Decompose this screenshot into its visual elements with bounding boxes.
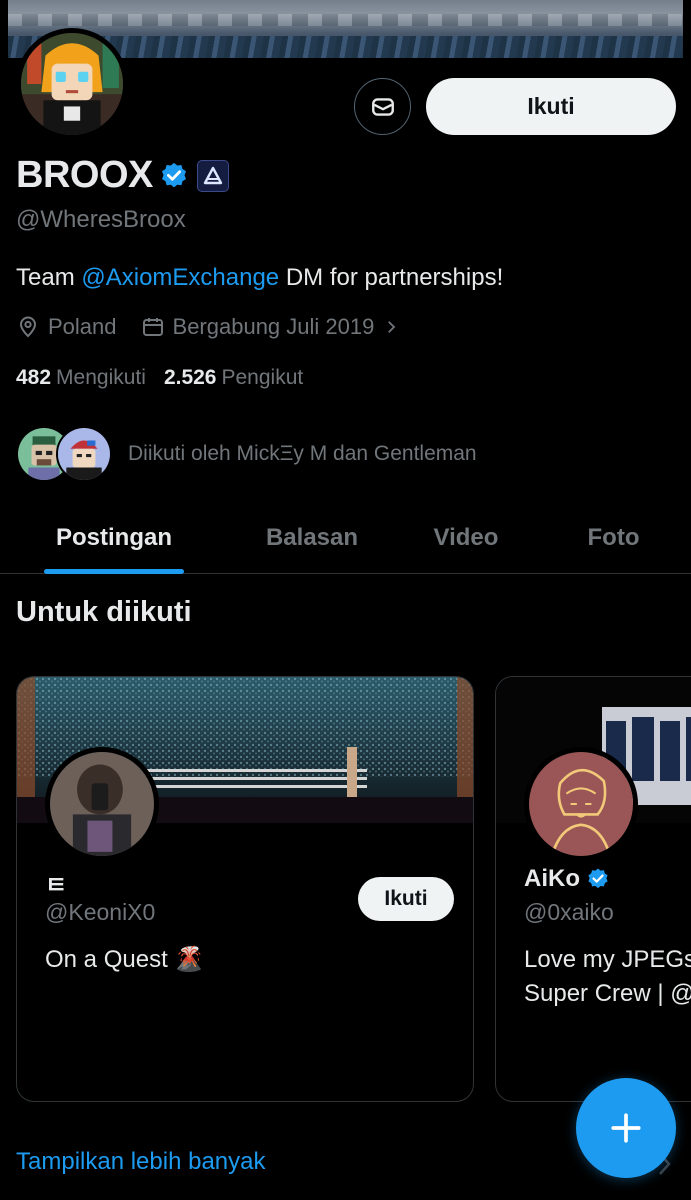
card-bio: On a Quest 🌋 — [45, 946, 205, 973]
tab-photos[interactable]: Foto — [536, 502, 691, 574]
tab-label: Balasan — [265, 524, 359, 551]
following-count: 482 — [16, 366, 52, 389]
calendar-icon — [142, 318, 163, 336]
card-bio: Love my JPEGs Super Crew | @ — [524, 943, 691, 1011]
profile-name: BROOX — [16, 154, 153, 196]
chevron-right-icon — [388, 321, 396, 333]
follow-button[interactable]: Ikuti — [426, 78, 676, 135]
tab-label: Postingan — [55, 524, 172, 551]
active-tab-indicator — [44, 569, 184, 574]
profile-name-row: BROOX — [16, 154, 229, 197]
follow-stats: 482 Mengikuti 2.526 Pengikut — [16, 366, 303, 390]
suggestion-card[interactable]: ㅌ @KeoniX0 On a Quest 🌋 Ikuti — [16, 676, 474, 1102]
follower-avatar-image — [58, 428, 110, 480]
following-label: Mengikuti — [56, 366, 146, 389]
card-bio-line: Love my JPEGs — [524, 946, 691, 973]
tab-video[interactable]: Video — [396, 502, 536, 574]
suggestion-card[interactable]: AiKo @0xaiko Love my JPEGs Super Crew | … — [495, 676, 691, 1102]
location: Poland — [16, 314, 117, 340]
followers-count: 2.526 — [163, 366, 217, 389]
card-name: AiKo — [524, 865, 610, 893]
tab-replies[interactable]: Balasan — [228, 502, 396, 574]
card-handle: @KeoniX0 — [45, 899, 156, 925]
avatar-image — [21, 33, 123, 135]
followed-by[interactable]: Diikuti oleh MickΞy M dan Gentleman — [16, 426, 477, 482]
following-stat[interactable]: 482 Mengikuti — [16, 366, 146, 390]
card-name: ㅌ — [45, 865, 67, 900]
card-avatar-image — [50, 752, 154, 856]
verified-badge-icon[interactable] — [159, 161, 189, 191]
card-handle: @0xaiko — [524, 899, 614, 925]
verified-badge-icon — [588, 868, 608, 889]
profile-handle: @WheresBroox — [16, 206, 186, 233]
message-button[interactable] — [354, 78, 411, 135]
compose-fab-button[interactable] — [576, 1078, 676, 1178]
profile-meta: Poland Bergabung Juli 2019 — [16, 314, 424, 340]
axiom-logo-icon — [203, 166, 223, 184]
plus-icon — [611, 1113, 641, 1143]
tab-posts[interactable]: Postingan — [0, 502, 228, 574]
tab-label: Video — [433, 524, 499, 551]
bio-mention-link[interactable]: @AxiomExchange — [81, 264, 279, 291]
card-bio-line: Super Crew | @ — [524, 980, 691, 1007]
card-avatar[interactable] — [45, 747, 159, 861]
tab-label: Foto — [587, 524, 640, 551]
affiliation-badge-icon[interactable] — [196, 159, 229, 192]
card-avatar[interactable] — [524, 747, 638, 861]
follower-avatar — [56, 426, 112, 482]
profile-bio: Team @AxiomExchange DM for partnerships! — [16, 264, 503, 292]
followers-stat[interactable]: 2.526 Pengikut — [164, 366, 303, 390]
card-avatar-image — [529, 752, 633, 856]
card-name-text: ㅌ — [45, 872, 68, 899]
join-date-text: Bergabung Juli 2019 — [172, 314, 375, 339]
profile-tabs: Postingan Balasan Video Foto — [0, 502, 691, 574]
bio-text: DM for partnerships! — [279, 264, 504, 291]
suggestions-title: Untuk diikuti — [16, 596, 192, 628]
followers-label: Pengikut — [221, 366, 304, 389]
location-text: Poland — [48, 314, 117, 339]
join-date[interactable]: Bergabung Juli 2019 — [141, 314, 401, 340]
bio-text: Team — [16, 264, 82, 291]
followed-by-text: Diikuti oleh MickΞy M dan Gentleman — [128, 442, 477, 465]
envelope-icon — [371, 97, 394, 116]
show-more-link[interactable]: Tampilkan lebih banyak — [16, 1148, 265, 1176]
card-name-text: AiKo — [524, 865, 580, 892]
card-follow-button[interactable]: Ikuti — [358, 877, 454, 921]
location-pin-icon — [19, 316, 37, 338]
profile-avatar[interactable] — [16, 28, 128, 140]
